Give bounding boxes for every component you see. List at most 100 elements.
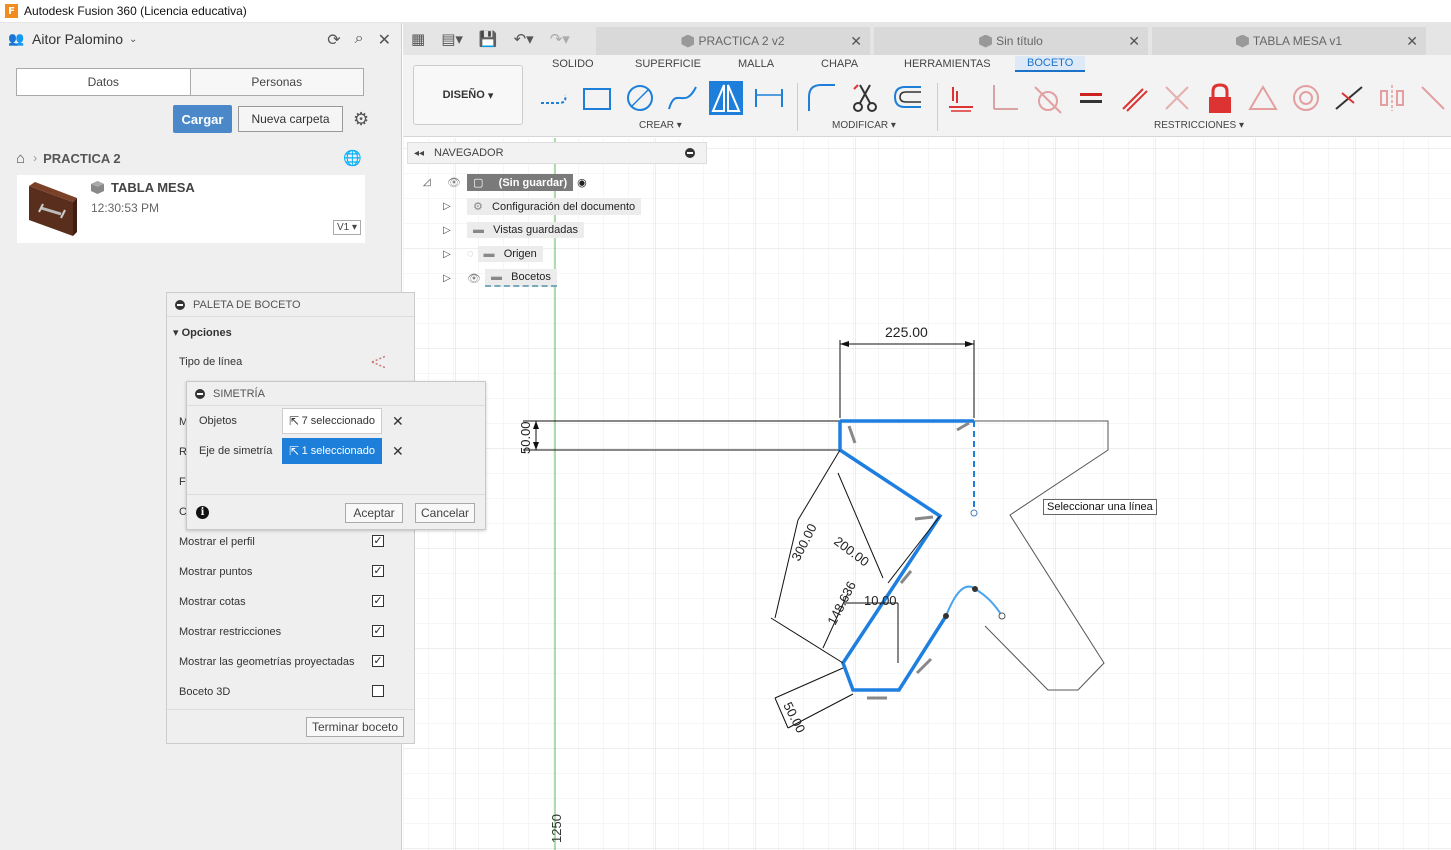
collapse-icon[interactable] xyxy=(195,388,205,399)
option-show-points-checkbox[interactable]: ✓ xyxy=(372,565,384,577)
new-folder-button[interactable]: Nueva carpeta xyxy=(238,106,343,132)
refresh-icon[interactable]: ⟳ xyxy=(327,30,340,50)
close-icon[interactable]: ✕ xyxy=(378,30,391,50)
search-icon[interactable]: ⌕ xyxy=(355,30,364,50)
dimension-tool-icon[interactable] xyxy=(752,81,786,115)
group-crear[interactable]: CREAR ▾ xyxy=(639,120,682,131)
grid-menu-icon[interactable]: ▦ xyxy=(411,30,425,48)
home-icon[interactable]: ⌂ xyxy=(16,150,25,167)
clear-objects-button[interactable]: ✕ xyxy=(392,413,404,430)
option-show-projected-checkbox[interactable]: ✓ xyxy=(372,655,384,667)
collapse-icon[interactable] xyxy=(685,148,695,158)
triangle-expanded-icon[interactable]: ◿ xyxy=(423,177,433,188)
version-dropdown[interactable]: V1 ▾ xyxy=(332,220,361,235)
symmetry-header[interactable]: SIMETRÍA xyxy=(187,382,485,406)
options-section[interactable]: ▾ Opciones xyxy=(173,326,232,339)
tab-datos[interactable]: Datos xyxy=(17,69,191,95)
team-icon[interactable]: 👥 xyxy=(8,31,26,47)
triangle-right-icon[interactable]: ▷ xyxy=(443,273,453,284)
chevron-down-icon[interactable]: ⌄ xyxy=(129,34,137,45)
info-icon[interactable]: i xyxy=(196,506,209,519)
save-icon[interactable]: 💾 xyxy=(479,30,498,48)
option-3d-sketch-checkbox[interactable] xyxy=(372,685,384,697)
globe-icon[interactable]: 🌐 xyxy=(343,149,362,167)
cancel-button[interactable]: Cancelar xyxy=(415,503,475,523)
triangle-right-icon[interactable]: ▷ xyxy=(443,225,453,236)
dim-225-text[interactable]: 225.00 xyxy=(885,324,928,340)
line-tool-icon[interactable] xyxy=(537,81,571,115)
file-menu-icon[interactable]: ▤▾ xyxy=(441,30,463,48)
symmetry-constraint-icon[interactable] xyxy=(1375,81,1409,115)
ribbon-tab-malla[interactable]: MALLA xyxy=(738,58,774,70)
sketch-point[interactable] xyxy=(970,509,978,517)
rectangle-tool-icon[interactable] xyxy=(580,81,614,115)
collinear-constraint-icon[interactable] xyxy=(1160,81,1194,115)
redo-icon[interactable]: ↷▾ xyxy=(550,30,570,48)
dim-50-left-text[interactable]: 50.00 xyxy=(518,421,533,454)
parallel-constraint-icon[interactable] xyxy=(1117,81,1151,115)
ribbon-tab-boceto[interactable]: BOCETO xyxy=(1015,56,1086,72)
triangle-right-icon[interactable]: ▷ xyxy=(443,201,453,212)
palette-header[interactable]: PALETA DE BOCETO xyxy=(167,293,414,317)
option-show-constraints-checkbox[interactable]: ✓ xyxy=(372,625,384,637)
user-name[interactable]: Aitor Palomino xyxy=(32,31,123,47)
sketch-point[interactable] xyxy=(998,612,1006,620)
midpoint-constraint-icon[interactable] xyxy=(1332,81,1366,115)
option-show-dimensions-checkbox[interactable]: ✓ xyxy=(372,595,384,607)
close-icon[interactable]: ✕ xyxy=(1128,33,1140,50)
axis-selection[interactable]: ⇱ 1 seleccionado xyxy=(282,438,382,464)
group-restricciones[interactable]: RESTRICCIONES ▾ xyxy=(1154,120,1244,131)
spline-tool-icon[interactable] xyxy=(666,81,700,115)
ribbon-tab-solido[interactable]: SOLIDO xyxy=(552,58,594,70)
doc-tab-tabla-mesa[interactable]: TABLA MESA v1 ✕ xyxy=(1152,27,1426,55)
doc-tab-practica2[interactable]: PRACTICA 2 v2 ✕ xyxy=(596,27,870,55)
circle-tool-icon[interactable] xyxy=(623,81,657,115)
clear-axis-button[interactable]: ✕ xyxy=(392,443,404,460)
breadcrumb-project[interactable]: PRACTICA 2 xyxy=(43,151,121,166)
triangle-right-icon[interactable]: ▷ xyxy=(443,249,453,260)
radio-icon[interactable]: ◉ xyxy=(577,176,587,189)
ribbon-tab-superficie[interactable]: SUPERFICIE xyxy=(635,58,701,70)
perpendicular-constraint-icon[interactable] xyxy=(988,81,1022,115)
nav-item-views[interactable]: ▷ ▬ Vistas guardadas xyxy=(443,220,584,240)
option-show-profile-checkbox[interactable]: ✓ xyxy=(372,535,384,547)
nav-root[interactable]: ◿ 👁 ▢ (Sin guardar) ◉ xyxy=(423,172,587,192)
close-icon[interactable]: ✕ xyxy=(1406,33,1418,50)
triangle-constraint-icon[interactable] xyxy=(1246,81,1280,115)
nav-item-config[interactable]: ▷ ⚙ Configuración del documento xyxy=(443,196,642,216)
file-card[interactable]: TABLA MESA 12:30:53 PM V1 ▾ xyxy=(17,175,365,243)
dim-10-text[interactable]: 10.00 xyxy=(864,593,897,608)
collapse-icon[interactable] xyxy=(175,299,185,310)
tangent-constraint-icon[interactable] xyxy=(1031,81,1065,115)
sketch-point[interactable] xyxy=(972,586,978,592)
collapse-left-icon[interactable]: ◂◂ xyxy=(414,148,424,159)
nav-item-origin[interactable]: ▷ ◌ ▬ Origen xyxy=(443,244,543,264)
nav-item-sketches[interactable]: ▷ 👁 ▬ Bocetos xyxy=(443,268,557,288)
lock-icon[interactable] xyxy=(1203,81,1237,115)
group-modificar[interactable]: MODIFICAR ▾ xyxy=(832,120,896,131)
navigator-header[interactable]: ◂◂ NAVEGADOR xyxy=(407,142,707,164)
undo-icon[interactable]: ↶▾ xyxy=(514,30,534,48)
finish-sketch-button[interactable]: Terminar boceto xyxy=(306,717,404,737)
eye-icon[interactable]: 👁 xyxy=(447,176,461,189)
gear-icon[interactable]: ⚙ xyxy=(353,109,369,130)
offset-tool-icon[interactable] xyxy=(891,81,925,115)
objects-selection[interactable]: ⇱ 7 seleccionado xyxy=(282,408,382,434)
upload-button[interactable]: Cargar xyxy=(173,105,232,133)
sketch-point[interactable] xyxy=(943,613,949,619)
coincident-constraint-icon[interactable] xyxy=(945,81,979,115)
trim-tool-icon[interactable] xyxy=(848,81,882,115)
ribbon-tab-herramientas[interactable]: HERRAMIENTAS xyxy=(904,58,991,70)
mirror-tool-icon[interactable] xyxy=(709,81,743,115)
close-icon[interactable]: ✕ xyxy=(850,33,862,50)
fix-constraint-icon[interactable] xyxy=(1418,81,1448,115)
fillet-tool-icon[interactable] xyxy=(805,81,839,115)
concentric-constraint-icon[interactable] xyxy=(1289,81,1323,115)
construction-line-icon[interactable] xyxy=(370,353,388,371)
eye-icon[interactable]: 👁 xyxy=(467,272,481,285)
doc-tab-sin-titulo[interactable]: Sin título ✕ xyxy=(874,27,1148,55)
equal-constraint-icon[interactable] xyxy=(1074,81,1108,115)
workspace-switcher[interactable]: DISEÑO ▾ xyxy=(413,65,523,125)
eye-hidden-icon[interactable]: ◌ xyxy=(467,248,474,260)
ribbon-tab-chapa[interactable]: CHAPA xyxy=(821,58,858,70)
